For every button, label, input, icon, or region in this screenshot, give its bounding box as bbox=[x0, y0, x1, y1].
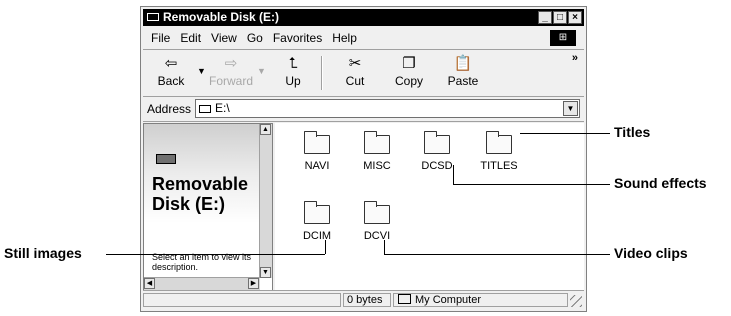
sound-leader-vline bbox=[453, 165, 454, 184]
cut-label: Cut bbox=[345, 74, 365, 88]
menu-help[interactable]: Help bbox=[332, 27, 357, 49]
horizontal-scrollbar[interactable]: ◀ ▶ bbox=[144, 277, 260, 290]
web-view-title-line1: Removable bbox=[152, 174, 249, 194]
paste-label: Paste bbox=[447, 74, 479, 88]
scroll-down-icon[interactable]: ▼ bbox=[260, 267, 271, 278]
removable-disk-icon bbox=[156, 154, 176, 164]
title-bar[interactable]: Removable Disk (E:) _ □ × bbox=[143, 9, 584, 26]
folder-label: DCSD bbox=[421, 160, 453, 172]
folder-label: TITLES bbox=[480, 160, 518, 172]
menu-favorites[interactable]: Favorites bbox=[273, 27, 322, 49]
toolbar: ⇦ Back ▼ ⇨ Forward ▼ ⮤ Up ✂ Cut ❐ Copy 📋… bbox=[143, 50, 584, 97]
address-bar: Address E:\ ▼ bbox=[143, 97, 584, 122]
folder-misc[interactable]: MISC bbox=[347, 131, 407, 172]
back-arrow-icon: ⇦ bbox=[164, 55, 178, 72]
resize-grip-icon[interactable] bbox=[570, 295, 582, 307]
folder-dcvi[interactable]: DCVI bbox=[347, 201, 407, 242]
up-folder-icon: ⮤ bbox=[288, 55, 298, 72]
scroll-right-icon[interactable]: ▶ bbox=[248, 278, 259, 289]
folder-label: NAVI bbox=[304, 160, 330, 172]
forward-dropdown-icon[interactable]: ▼ bbox=[257, 66, 266, 76]
web-view-title-line2: Disk (E:) bbox=[152, 194, 226, 214]
up-button[interactable]: ⮤ Up bbox=[269, 54, 317, 88]
still-leader-hline bbox=[106, 254, 325, 255]
minimize-button[interactable]: _ bbox=[538, 11, 552, 24]
computer-icon bbox=[398, 294, 411, 304]
web-view-description: Select an item to view its description. bbox=[152, 252, 252, 272]
copy-label: Copy bbox=[394, 74, 423, 88]
folder-icon bbox=[486, 131, 512, 154]
folder-icon bbox=[364, 201, 390, 224]
back-dropdown-icon[interactable]: ▼ bbox=[197, 66, 206, 76]
video-leader-hline bbox=[384, 254, 610, 255]
toolbar-more-chevron[interactable]: » bbox=[572, 52, 578, 64]
menu-edit[interactable]: Edit bbox=[180, 27, 201, 49]
sound-leader-hline bbox=[453, 184, 610, 185]
callout-still-images: Still images bbox=[4, 245, 82, 261]
folder-label: MISC bbox=[363, 160, 391, 172]
drive-icon bbox=[147, 13, 159, 21]
web-view-pane: Removable Disk (E:) Select an item to vi… bbox=[143, 123, 273, 291]
close-button[interactable]: × bbox=[568, 11, 582, 24]
folder-icon bbox=[304, 201, 330, 224]
folder-icon bbox=[304, 131, 330, 154]
copy-button[interactable]: ❐ Copy bbox=[385, 54, 433, 88]
menu-go[interactable]: Go bbox=[247, 27, 263, 49]
file-list-pane: NAVI MISC DCSD TITLES DCIM DCVI bbox=[275, 123, 584, 291]
menu-file[interactable]: File bbox=[151, 27, 170, 49]
callout-sound-effects: Sound effects bbox=[614, 175, 707, 191]
paste-button[interactable]: 📋 Paste bbox=[439, 54, 487, 88]
maximize-button[interactable]: □ bbox=[553, 11, 567, 24]
video-leader-vline bbox=[384, 240, 385, 254]
forward-label: Forward bbox=[208, 74, 253, 88]
address-dropdown-button[interactable]: ▼ bbox=[563, 101, 578, 116]
folder-icon bbox=[424, 131, 450, 154]
folder-navi[interactable]: NAVI bbox=[287, 131, 347, 172]
folder-dcsd[interactable]: DCSD bbox=[407, 131, 467, 172]
folder-dcim[interactable]: DCIM bbox=[287, 201, 347, 242]
explorer-window: Removable Disk (E:) _ □ × File Edit View… bbox=[140, 6, 587, 312]
folder-label: DCIM bbox=[302, 230, 332, 242]
copy-icon: ❐ bbox=[402, 55, 416, 72]
drive-icon bbox=[199, 105, 211, 113]
address-label: Address bbox=[147, 102, 192, 116]
callout-video-clips: Video clips bbox=[614, 245, 688, 261]
web-view-title: Removable Disk (E:) bbox=[152, 174, 262, 214]
back-label: Back bbox=[157, 74, 185, 88]
status-zone-label: My Computer bbox=[415, 294, 482, 306]
status-panel-main bbox=[143, 293, 341, 307]
status-size: 0 bytes bbox=[343, 293, 391, 307]
cut-button[interactable]: ✂ Cut bbox=[331, 54, 379, 88]
scissors-icon: ✂ bbox=[348, 55, 362, 72]
address-field[interactable]: E:\ ▼ bbox=[195, 99, 580, 118]
toolbar-separator bbox=[321, 56, 323, 90]
menu-view[interactable]: View bbox=[211, 27, 237, 49]
window-controls: _ □ × bbox=[537, 11, 582, 24]
folder-titles[interactable]: TITLES bbox=[469, 131, 529, 172]
clipboard-icon: 📋 bbox=[453, 55, 473, 72]
windows-logo-icon: ⊞ bbox=[550, 30, 576, 46]
callout-titles: Titles bbox=[614, 124, 651, 140]
status-bar: 0 bytes My Computer bbox=[143, 290, 584, 309]
address-value: E:\ bbox=[215, 101, 230, 115]
scroll-left-icon[interactable]: ◀ bbox=[144, 278, 155, 289]
back-button[interactable]: ⇦ Back bbox=[147, 54, 195, 88]
forward-button[interactable]: ⇨ Forward bbox=[207, 54, 255, 88]
folder-icon bbox=[364, 131, 390, 154]
status-zone: My Computer bbox=[393, 293, 568, 307]
titles-leader-line bbox=[520, 133, 610, 134]
up-label: Up bbox=[285, 74, 301, 88]
menu-bar: File Edit View Go Favorites Help ⊞ bbox=[143, 27, 584, 50]
scroll-up-icon[interactable]: ▲ bbox=[260, 124, 271, 135]
still-leader-vline bbox=[325, 240, 326, 254]
forward-arrow-icon: ⇨ bbox=[224, 55, 238, 72]
folder-label: DCVI bbox=[363, 230, 391, 242]
window-title: Removable Disk (E:) bbox=[163, 10, 280, 24]
